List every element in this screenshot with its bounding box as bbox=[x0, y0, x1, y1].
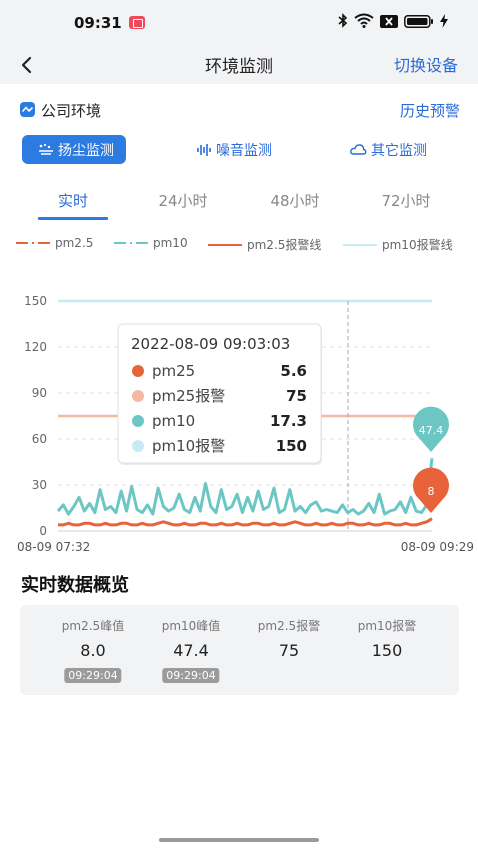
tab-48h[interactable]: 48小时 bbox=[250, 190, 340, 211]
tooltip-row-value: 17.3 bbox=[270, 412, 307, 430]
x-tick-label-start: 08-09 07:32 bbox=[17, 540, 90, 554]
tab-other-label: 其它监测 bbox=[371, 142, 427, 159]
overview-label: pm10峰值 bbox=[161, 619, 221, 633]
legend-item-pm25[interactable]: pm2.5 bbox=[16, 236, 93, 250]
notification-app-icon bbox=[129, 16, 145, 29]
nav-bar: 环境监测 切换设备 bbox=[0, 44, 478, 84]
y-tick-label: 120 bbox=[24, 340, 47, 354]
overview-value: 150 bbox=[371, 641, 403, 660]
y-tick-label: 0 bbox=[39, 524, 47, 538]
tooltip-dot bbox=[132, 440, 144, 452]
battery-icon bbox=[404, 13, 434, 32]
pm25-series-line bbox=[58, 517, 433, 527]
dust-icon bbox=[39, 143, 53, 155]
tooltip-time: 2022-08-09 09:03:03 bbox=[131, 335, 290, 353]
cloud-icon bbox=[350, 143, 367, 155]
overview-time-badge: 09:29:04 bbox=[162, 668, 220, 683]
sound-wave-icon bbox=[197, 143, 211, 156]
status-icons bbox=[338, 13, 448, 32]
overview-card: pm2.5峰值 8.0 09:29:04 pm10峰值 47.4 09:29:0… bbox=[20, 605, 459, 695]
y-tick-label: 150 bbox=[24, 294, 47, 308]
tooltip-row-value: 75 bbox=[286, 387, 307, 405]
tab-24h[interactable]: 24小时 bbox=[138, 190, 228, 211]
y-tick-label: 60 bbox=[32, 432, 47, 446]
tab-realtime[interactable]: 实时 bbox=[28, 190, 118, 211]
y-tick-label: 30 bbox=[32, 478, 47, 492]
tab-noise-monitor[interactable]: 噪音监测 bbox=[196, 135, 272, 164]
tooltip-row-label: pm10 bbox=[152, 412, 195, 430]
legend-item-pm10-alarm[interactable]: pm10报警线 bbox=[343, 236, 453, 253]
switch-device-button[interactable]: 切换设备 bbox=[394, 52, 458, 76]
pm10-series-line bbox=[56, 458, 434, 516]
company-label: 公司环境 bbox=[41, 102, 102, 120]
overview-value: 75 bbox=[278, 641, 300, 660]
overview-label: pm2.5峰值 bbox=[61, 619, 125, 633]
sim-disabled-icon bbox=[380, 13, 398, 32]
pm-line-chart[interactable]: 0 30 60 90 120 150 08-09 07:32 08-09 09:29 47.4 8… bbox=[0, 280, 478, 562]
pm10-end-marker-label: 47.4 bbox=[419, 424, 444, 437]
active-tab-indicator bbox=[38, 217, 108, 220]
monitor-tabs: 扬尘监测 噪音监测 其它监测 bbox=[22, 135, 462, 165]
tooltip-row-label: pm25报警 bbox=[152, 387, 225, 405]
tab-72h[interactable]: 72小时 bbox=[361, 190, 451, 211]
tooltip-dot bbox=[132, 415, 144, 427]
legend-item-pm10[interactable]: pm10 bbox=[114, 236, 188, 250]
overview-value: 47.4 bbox=[173, 641, 209, 660]
tooltip-row-value: 150 bbox=[276, 437, 307, 455]
y-tick-label: 90 bbox=[32, 386, 47, 400]
time-range-tabs: 实时 24小时 48小时 72小时 bbox=[0, 185, 478, 221]
trend-icon bbox=[20, 102, 35, 117]
status-time: 09:31 bbox=[74, 14, 122, 32]
tab-dust-monitor[interactable]: 扬尘监测 bbox=[22, 135, 126, 164]
tooltip-row-label: pm10报警 bbox=[152, 437, 225, 455]
company-row: 公司环境 历史预警 bbox=[20, 100, 460, 122]
tab-dust-label: 扬尘监测 bbox=[58, 142, 114, 159]
status-bar: 09:31 bbox=[0, 0, 478, 44]
tooltip-row-value: 5.6 bbox=[280, 362, 307, 380]
home-indicator bbox=[159, 838, 319, 842]
legend-label-pm10: pm10 bbox=[153, 236, 188, 250]
tooltip-row-label: pm25 bbox=[152, 362, 195, 380]
x-tick-label-end: 08-09 09:29 bbox=[401, 540, 474, 554]
overview-time-badge: 09:29:04 bbox=[64, 668, 122, 683]
history-alerts-link[interactable]: 历史预警 bbox=[400, 100, 460, 121]
legend-label-pm25: pm2.5 bbox=[55, 236, 94, 250]
wifi-icon bbox=[354, 13, 374, 32]
overview-value: 8.0 bbox=[80, 641, 106, 660]
overview-title: 实时数据概览 bbox=[21, 575, 129, 596]
tab-noise-label: 噪音监测 bbox=[216, 142, 272, 159]
legend-item-pm25-alarm[interactable]: pm2.5报警线 bbox=[208, 236, 321, 253]
legend-label-pm10-alarm: pm10报警线 bbox=[382, 238, 453, 252]
overview-label: pm10报警 bbox=[357, 619, 417, 633]
tooltip-dot bbox=[132, 365, 144, 377]
bluetooth-icon bbox=[338, 13, 348, 32]
charging-icon bbox=[440, 13, 448, 32]
legend-label-pm25-alarm: pm2.5报警线 bbox=[247, 238, 322, 252]
tab-other-monitor[interactable]: 其它监测 bbox=[350, 135, 427, 164]
tooltip-dot bbox=[132, 390, 144, 402]
chart-legend: pm2.5 pm10 pm2.5报警线 pm10报警线 bbox=[16, 236, 476, 252]
overview-label: pm2.5报警 bbox=[257, 619, 321, 633]
pm25-end-marker-label: 8 bbox=[428, 485, 435, 498]
